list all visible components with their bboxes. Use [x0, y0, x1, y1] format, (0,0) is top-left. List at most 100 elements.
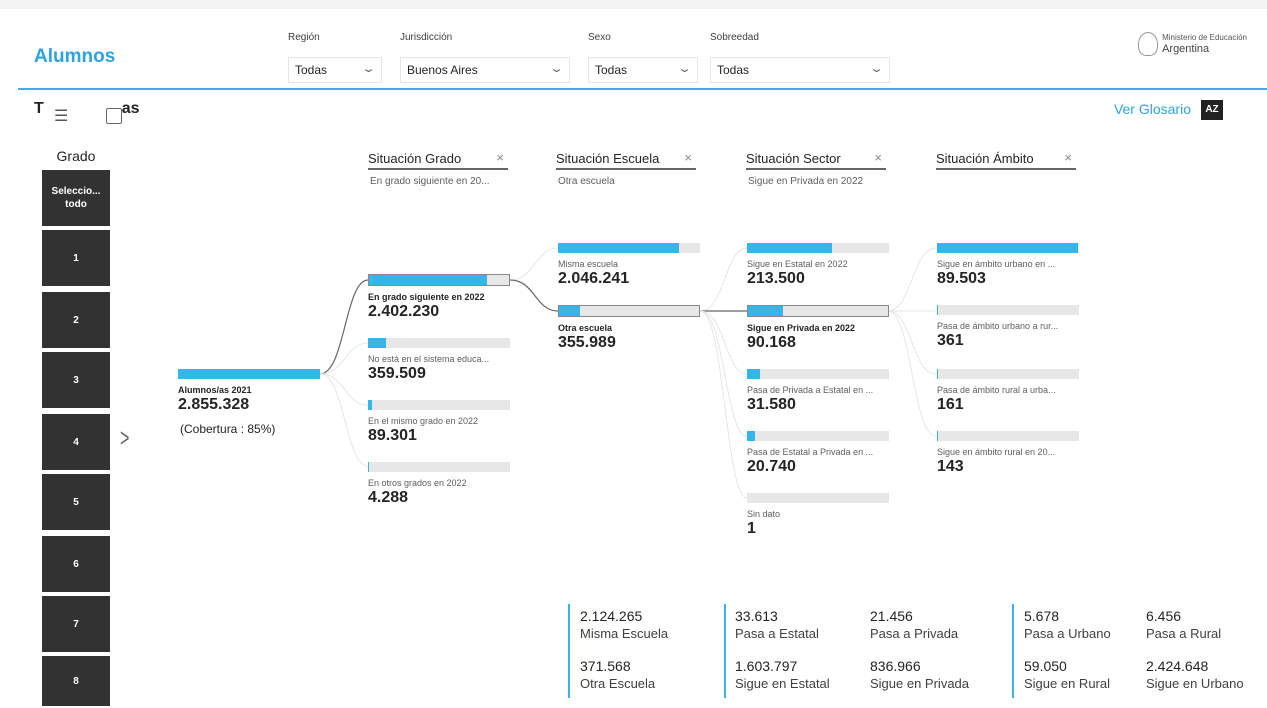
column-subtitle-sector: Sigue en Privada en 2022: [748, 176, 864, 187]
kpi-pasa-urbano: 5.678 Pasa a Urbano: [1024, 608, 1111, 641]
link-escuela-sector-3: [699, 310, 748, 375]
tree-node-mismo-grado[interactable]: En el mismo grado en 2022 89.301: [368, 400, 510, 445]
coverage-note: (Cobertura : 85%): [180, 422, 276, 436]
node-bar: [747, 431, 889, 441]
kpi-value: 1.603.797: [735, 658, 798, 674]
node-value: 90.168: [747, 334, 796, 351]
node-label: En grado siguiente en 2022: [368, 292, 485, 302]
tree-node-privada-a-estatal[interactable]: Pasa de Privada a Estatal en ... 31.580: [747, 369, 889, 414]
close-icon[interactable]: ×: [874, 150, 882, 165]
node-label: Alumnos/as 2021: [178, 385, 252, 395]
node-label: Pasa de ámbito urbano a rur...: [937, 321, 1059, 331]
link-sector-ambito-3: [887, 310, 937, 375]
tree-node-sigue-rural[interactable]: Sigue en ámbito rural en 20... 143: [937, 431, 1079, 476]
kpi-label: Pasa a Estatal: [735, 626, 819, 641]
kpi-misma-escuela: 2.124.265 Misma Escuela: [580, 608, 668, 641]
kpi-value: 33.613: [735, 608, 778, 624]
node-bar: [178, 369, 320, 379]
close-icon[interactable]: ×: [496, 150, 504, 165]
kpi-value: 371.568: [580, 658, 631, 674]
tree-node-misma-escuela[interactable]: Misma escuela 2.046.241: [558, 243, 700, 288]
node-value: 359.509: [368, 365, 426, 382]
kpi-sigue-privada: 836.966 Sigue en Privada: [870, 658, 969, 691]
kpi-label: Sigue en Urbano: [1146, 676, 1244, 691]
kpi-otra-escuela: 371.568 Otra Escuela: [580, 658, 655, 691]
column-header-ambito[interactable]: Situación Ámbito ×: [936, 150, 1076, 170]
close-icon[interactable]: ×: [1064, 150, 1072, 165]
node-bar: [937, 369, 1079, 379]
node-bar: [937, 431, 1079, 441]
kpi-label: Pasa a Urbano: [1024, 626, 1111, 641]
link-sector-ambito-4: [887, 310, 937, 437]
kpi-sigue-estatal: 1.603.797 Sigue en Estatal: [735, 658, 830, 691]
tree-node-grado-siguiente[interactable]: En grado siguiente en 2022 2.402.230: [368, 274, 510, 321]
node-value: 361: [937, 332, 964, 349]
link-root-grado-2: [319, 342, 369, 375]
link-escuela-sector-1: [699, 247, 748, 312]
node-bar: [747, 243, 889, 253]
link-grado-escuela-1: [509, 247, 559, 281]
node-value: 2.402.230: [368, 303, 440, 320]
node-bar: [937, 305, 1079, 315]
link-root-grado-3: [319, 373, 369, 406]
node-value: 31.580: [747, 396, 796, 413]
node-bar: [368, 400, 510, 410]
node-value: 2.855.328: [178, 396, 250, 413]
node-bar: [558, 305, 700, 317]
node-bar: [368, 462, 510, 472]
tree-node-sigue-urbano[interactable]: Sigue en ámbito urbano en ... 89.503: [937, 243, 1079, 288]
tree-node-otros-grados[interactable]: En otros grados en 2022 4.288: [368, 462, 510, 507]
kpi-label: Misma Escuela: [580, 626, 669, 641]
kpi-label: Sigue en Estatal: [735, 676, 830, 691]
node-label: En el mismo grado en 2022: [368, 416, 479, 426]
node-value: 143: [937, 458, 964, 475]
kpi-divider: [568, 604, 570, 698]
kpi-value: 59.050: [1024, 658, 1067, 674]
tree-node-sigue-privada[interactable]: Sigue en Privada en 2022 90.168: [747, 305, 889, 352]
link-escuela-sector-4: [699, 310, 748, 437]
tree-node-sin-dato[interactable]: Sin dato 1: [747, 493, 889, 538]
tree-node-sigue-estatal[interactable]: Sigue en Estatal en 2022 213.500: [747, 243, 889, 288]
node-bar: [368, 338, 510, 348]
node-label: Sigue en Privada en 2022: [747, 323, 856, 333]
kpi-value: 2.424.648: [1146, 658, 1209, 674]
tree-node-estatal-a-privada[interactable]: Pasa de Estatal a Privada en ... 20.740: [747, 431, 889, 476]
node-label: Misma escuela: [558, 259, 619, 269]
kpi-divider: [724, 604, 726, 698]
node-label: Sigue en ámbito rural en 20...: [937, 447, 1056, 457]
column-header-sector[interactable]: Situación Sector ×: [746, 150, 886, 170]
node-label: No está en el sistema educa...: [368, 354, 490, 364]
node-label: Sigue en ámbito urbano en ...: [937, 259, 1056, 269]
node-label: Otra escuela: [558, 323, 613, 333]
kpi-value: 2.124.265: [580, 608, 643, 624]
node-label: En otros grados en 2022: [368, 478, 467, 488]
tree-node-rural-a-urbano[interactable]: Pasa de ámbito rural a urba... 161: [937, 369, 1079, 414]
kpi-pasa-rural: 6.456 Pasa a Rural: [1146, 608, 1221, 641]
kpi-divider: [1012, 604, 1014, 698]
column-header-grado[interactable]: Situación Grado ×: [368, 150, 508, 170]
node-value: 20.740: [747, 458, 796, 475]
node-bar: [747, 305, 889, 317]
kpi-value: 836.966: [870, 658, 921, 674]
column-subtitle-grado: En grado siguiente en 20...: [370, 176, 490, 187]
node-value: 1: [747, 520, 756, 537]
node-value: 89.301: [368, 427, 417, 444]
kpi-pasa-estatal: 33.613 Pasa a Estatal: [735, 608, 819, 641]
tree-node-no-esta[interactable]: No está en el sistema educa... 359.509: [368, 338, 510, 383]
kpi-value: 6.456: [1146, 608, 1182, 624]
node-value: 161: [937, 396, 964, 413]
column-header-escuela[interactable]: Situación Escuela ×: [556, 150, 696, 170]
node-bar: [558, 243, 700, 253]
close-icon[interactable]: ×: [684, 150, 692, 165]
node-bar: [747, 369, 889, 379]
tree-node-root[interactable]: Alumnos/as 2021 2.855.328: [178, 369, 320, 414]
tree-node-otra-escuela[interactable]: Otra escuela 355.989: [558, 305, 700, 352]
link-sector-ambito-1: [887, 247, 937, 312]
tree-node-urbano-a-rural[interactable]: Pasa de ámbito urbano a rur... 361: [937, 305, 1079, 350]
node-value: 355.989: [558, 334, 616, 351]
kpi-label: Sigue en Rural: [1024, 676, 1110, 691]
kpi-value: 5.678: [1024, 608, 1060, 624]
kpi-label: Pasa a Rural: [1146, 626, 1222, 641]
kpi-sigue-rural: 59.050 Sigue en Rural: [1024, 658, 1110, 691]
node-value: 4.288: [368, 489, 409, 506]
